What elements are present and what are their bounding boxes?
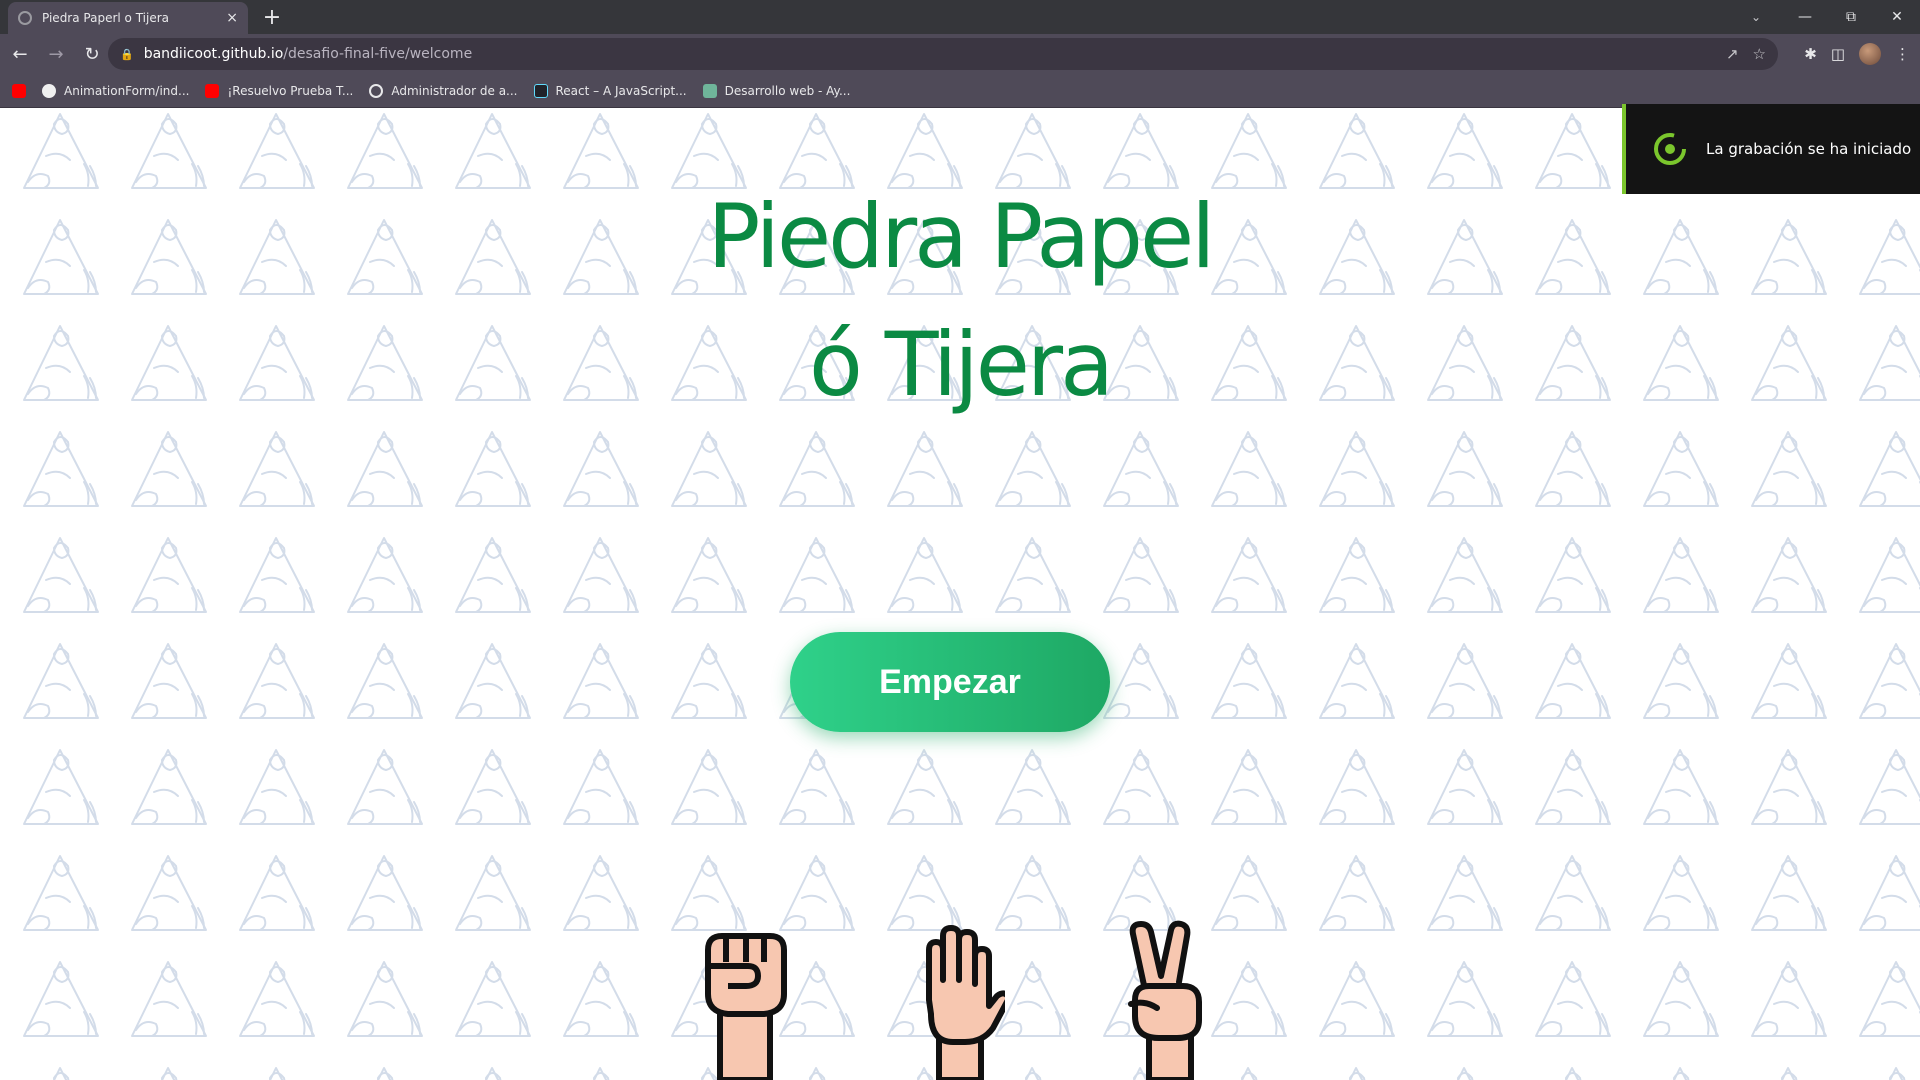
menu-icon[interactable]: ⋮ [1895,45,1910,63]
url-text[interactable]: bandiicoot.github.io/desafio-final-five/… [144,46,1716,62]
bookmark-star-icon[interactable]: ☆ [1753,45,1766,63]
lock-icon: 🔒 [120,47,134,61]
window-controls: — ⧉ ✕ [1782,0,1920,34]
youtube-icon [205,83,220,98]
start-button[interactable]: Empezar [790,632,1110,732]
url-path: /desafio-final-five/welcome [283,46,473,62]
web-icon [702,83,717,98]
bookmarks-bar: AnimationForm/ind... ¡Resuelvo Prueba T.… [0,74,1920,108]
page-title: Piedra Papel ó Tijera [640,173,1280,429]
browser-toolbar: ← → ↻ 🔒 bandiicoot.github.io/desafio-fin… [0,34,1920,74]
reload-icon[interactable]: ↻ [76,38,108,70]
bookmark-label: AnimationForm/ind... [64,83,190,98]
bookmark-item[interactable]: Administrador de a... [369,83,518,98]
youtube-icon[interactable] [12,83,26,98]
recording-notification: La grabación se ha iniciado [1622,104,1920,194]
tab-bar: Piedra Paperl o Tijera × + ⌄ — ⧉ ✕ [0,0,1920,34]
bookmark-label: Desarrollo web - Ay... [724,83,851,98]
recording-icon [1654,133,1686,165]
wordpress-icon [369,83,384,98]
tab-favicon-icon [18,11,32,25]
restore-icon[interactable]: ⧉ [1828,0,1874,34]
tab-close-icon[interactable]: × [226,10,238,26]
bookmark-label: ¡Resuelvo Prueba T... [227,83,354,98]
title-line-1: Piedra Papel [707,185,1215,288]
notification-text: La grabación se ha iniciado [1706,140,1912,158]
hands-row [700,920,1220,1080]
minimize-icon[interactable]: — [1782,0,1828,34]
url-host: bandiicoot.github.io [143,46,284,62]
bookmark-label: React – A JavaScript... [555,83,687,98]
profile-avatar[interactable] [1859,43,1881,65]
react-icon [533,83,548,98]
peace-hand-icon[interactable] [1125,920,1215,1080]
fist-icon[interactable] [700,920,790,1080]
browser-tab[interactable]: Piedra Paperl o Tijera × [8,2,248,34]
welcome-page: Piedra Papel ó Tijera Empezar [0,108,1920,1080]
new-tab-button[interactable]: + [258,4,286,32]
close-window-icon[interactable]: ✕ [1874,0,1920,34]
title-line-2: ó Tijera [808,313,1114,416]
tab-title: Piedra Paperl o Tijera [42,11,169,25]
tab-search-icon[interactable]: ⌄ [1742,4,1770,30]
bookmark-item[interactable]: Desarrollo web - Ay... [702,83,851,98]
bookmark-item[interactable]: React – A JavaScript... [533,83,687,98]
address-bar[interactable]: 🔒 bandiicoot.github.io/desafio-final-fiv… [108,38,1778,70]
forward-icon[interactable]: → [40,38,72,70]
bookmark-label: Administrador de a... [391,83,518,98]
bookmark-item[interactable]: ¡Resuelvo Prueba T... [205,83,354,98]
open-hand-icon[interactable] [915,920,1005,1080]
bookmark-item[interactable]: AnimationForm/ind... [42,83,190,98]
share-icon[interactable]: ↗ [1726,45,1739,63]
extensions-icon[interactable]: ✱ [1804,45,1817,63]
side-panel-icon[interactable]: ◫ [1831,45,1845,63]
github-icon [42,83,56,98]
back-icon[interactable]: ← [4,38,36,70]
